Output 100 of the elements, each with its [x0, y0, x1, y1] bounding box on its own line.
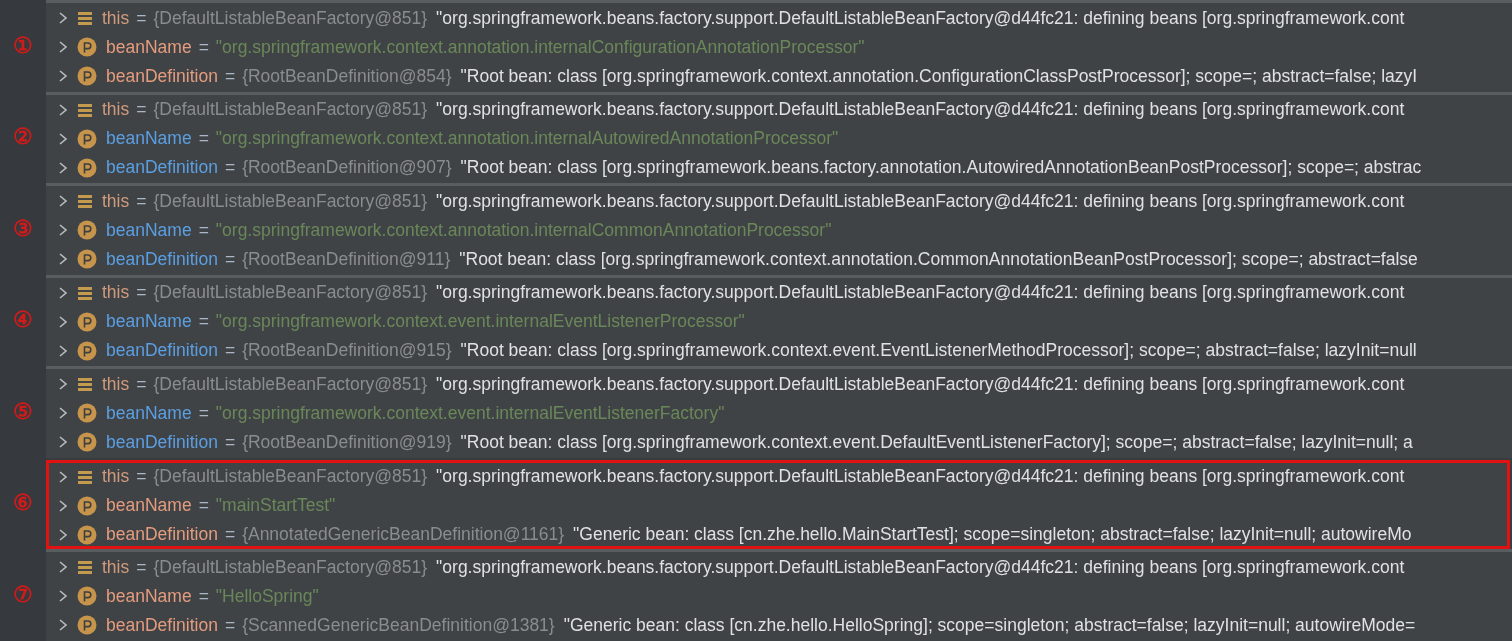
object-value: "Root bean: class [org.springframework.context.annotation.ConfigurationClassPostProcessor]; scope=; abstract=false; lazyI: [460, 67, 1418, 85]
group-number: ③: [13, 217, 33, 240]
variable-name: beanName: [106, 497, 192, 515]
parameter-icon: [77, 524, 97, 545]
object-value: "Root bean: class [org.springframework.context.event.DefaultEventListenerFactory]; scope=; abstract=false; lazyInit=null; a: [460, 433, 1413, 451]
object-reference: {RootBeanDefinition@907}: [242, 159, 452, 177]
object-reference: {DefaultListableBeanFactory@851}: [153, 558, 428, 576]
object-value: "org.springframework.beans.factory.support.DefaultListableBeanFactory@d44fc21: defining beans [org.springframework.cont: [436, 101, 1405, 119]
equals-sign: =: [136, 192, 147, 210]
object-value: "org.springframework.beans.factory.support.DefaultListableBeanFactory@d44fc21: defining beans [org.springframework.cont: [436, 9, 1405, 27]
variable-name: this: [102, 9, 130, 27]
variable-name: beanDefinition: [106, 616, 218, 634]
field-list-icon: [77, 559, 93, 576]
variable-name: beanDefinition: [106, 342, 218, 360]
variable-name: beanDefinition: [106, 525, 218, 544]
group-number: ⑦: [13, 583, 33, 606]
parameter-icon: [77, 66, 97, 87]
object-reference: {RootBeanDefinition@919}: [242, 433, 452, 451]
variable-name: beanName: [106, 404, 192, 422]
equals-sign: =: [224, 67, 236, 85]
variable-name: beanDefinition: [106, 250, 218, 268]
equals-sign: =: [198, 313, 209, 331]
group-number: ④: [13, 309, 33, 332]
variable-name: this: [102, 468, 130, 486]
variable-name: beanName: [106, 587, 192, 605]
variable-name: this: [102, 101, 130, 119]
variable-name: this: [102, 375, 130, 393]
object-value: "Root bean: class [org.springframework.context.annotation.CommonAnnotationBeanPostProcessor]; scope=; abstract=false: [459, 250, 1418, 268]
parameter-icon: [77, 220, 97, 241]
equals-sign: =: [224, 433, 236, 451]
field-list-icon: [77, 376, 93, 393]
object-reference: {RootBeanDefinition@854}: [242, 67, 452, 85]
parameter-icon: [77, 615, 97, 636]
object-value: "Generic bean: class [cn.zhe.hello.MainStartTest]; scope=singleton; abstract=false; lazyInit=null; autowireMo: [573, 525, 1412, 544]
equals-sign: =: [136, 468, 147, 486]
field-list-icon: [77, 10, 93, 27]
equals-sign: =: [198, 497, 209, 515]
field-list-icon: [77, 193, 93, 210]
object-reference: {DefaultListableBeanFactory@851}: [153, 284, 428, 302]
parameter-icon: [77, 586, 97, 607]
variable-name: beanDefinition: [106, 159, 218, 177]
object-value: "org.springframework.beans.factory.support.DefaultListableBeanFactory@d44fc21: defining beans [org.springframework.cont: [436, 192, 1405, 210]
equals-sign: =: [136, 9, 147, 27]
equals-sign: =: [136, 375, 147, 393]
object-reference: {DefaultListableBeanFactory@851}: [153, 9, 428, 27]
field-list-icon: [77, 284, 93, 301]
equals-sign: =: [136, 284, 147, 302]
object-reference: {AnnotatedGenericBeanDefinition@1161}: [242, 525, 565, 544]
object-value: "Generic bean: class [cn.zhe.hello.HelloSpring]; scope=singleton; abstract=false; lazyInit=null; autowireMode=: [563, 616, 1416, 634]
group-number: ②: [13, 126, 33, 149]
string-value: "org.springframework.context.annotation.internalCommonAnnotationProcessor": [215, 221, 832, 239]
equals-sign: =: [224, 616, 236, 634]
string-value: "HelloSpring": [215, 587, 319, 605]
equals-sign: =: [198, 404, 209, 422]
object-reference: {ScannedGenericBeanDefinition@1381}: [242, 616, 555, 634]
variable-name: beanName: [106, 313, 192, 331]
string-value: "org.springframework.context.annotation.internalConfigurationAnnotationProcessor": [215, 38, 865, 56]
parameter-icon: [77, 340, 97, 361]
group-number: ⑥: [13, 492, 33, 515]
equals-sign: =: [198, 587, 209, 605]
string-value: "org.springframework.context.event.internalEventListenerProcessor": [215, 313, 745, 331]
variable-name: beanDefinition: [106, 67, 218, 85]
string-value: "mainStartTest": [215, 497, 336, 515]
variable-name: this: [102, 558, 130, 576]
group-number: ①: [13, 34, 33, 57]
object-reference: {RootBeanDefinition@911}: [242, 250, 451, 268]
variable-name: beanName: [106, 38, 192, 56]
equals-sign: =: [224, 159, 236, 177]
equals-sign: =: [224, 250, 236, 268]
parameter-icon: [77, 37, 97, 58]
equals-sign: =: [198, 130, 209, 148]
object-value: "org.springframework.beans.factory.support.DefaultListableBeanFactory@d44fc21: defining beans [org.springframework.cont: [436, 558, 1405, 576]
object-value: "org.springframework.beans.factory.support.DefaultListableBeanFactory@d44fc21: defining beans [org.springframework.cont: [436, 284, 1405, 302]
variable-name: this: [102, 284, 130, 302]
equals-sign: =: [224, 525, 236, 544]
variable-name: beanDefinition: [106, 433, 218, 451]
object-reference: {DefaultListableBeanFactory@851}: [153, 192, 428, 210]
string-value: "org.springframework.context.annotation.internalAutowiredAnnotationProcessor": [215, 130, 839, 148]
parameter-icon: [77, 128, 97, 149]
parameter-icon: [77, 157, 97, 178]
parameter-icon: [77, 403, 97, 424]
equals-sign: =: [136, 558, 147, 576]
parameter-icon: [77, 249, 97, 270]
parameter-icon: [77, 432, 97, 453]
group-number: ⑤: [13, 400, 33, 423]
equals-sign: =: [198, 221, 209, 239]
object-value: "org.springframework.beans.factory.support.DefaultListableBeanFactory@d44fc21: defining beans [org.springframework.cont: [436, 375, 1405, 393]
variable-name: beanName: [106, 221, 192, 239]
object-value: "Root bean: class [org.springframework.beans.factory.annotation.AutowiredAnnotationBeanPostProcessor]; scope=; abstrac: [460, 159, 1422, 177]
object-reference: {RootBeanDefinition@915}: [242, 342, 452, 360]
object-reference: {DefaultListableBeanFactory@851}: [153, 101, 428, 119]
object-value: "Root bean: class [org.springframework.context.event.EventListenerMethodProcessor]; scope=; abstract=false; lazyInit=null: [460, 342, 1417, 360]
equals-sign: =: [136, 101, 147, 119]
variable-name: beanName: [106, 130, 192, 148]
field-list-icon: [77, 468, 93, 485]
object-reference: {DefaultListableBeanFactory@851}: [153, 468, 428, 486]
variable-name: this: [102, 192, 130, 210]
object-reference: {DefaultListableBeanFactory@851}: [153, 375, 428, 393]
parameter-icon: [77, 495, 97, 516]
object-value: "org.springframework.beans.factory.support.DefaultListableBeanFactory@d44fc21: defining beans [org.springframework.cont: [436, 468, 1405, 486]
